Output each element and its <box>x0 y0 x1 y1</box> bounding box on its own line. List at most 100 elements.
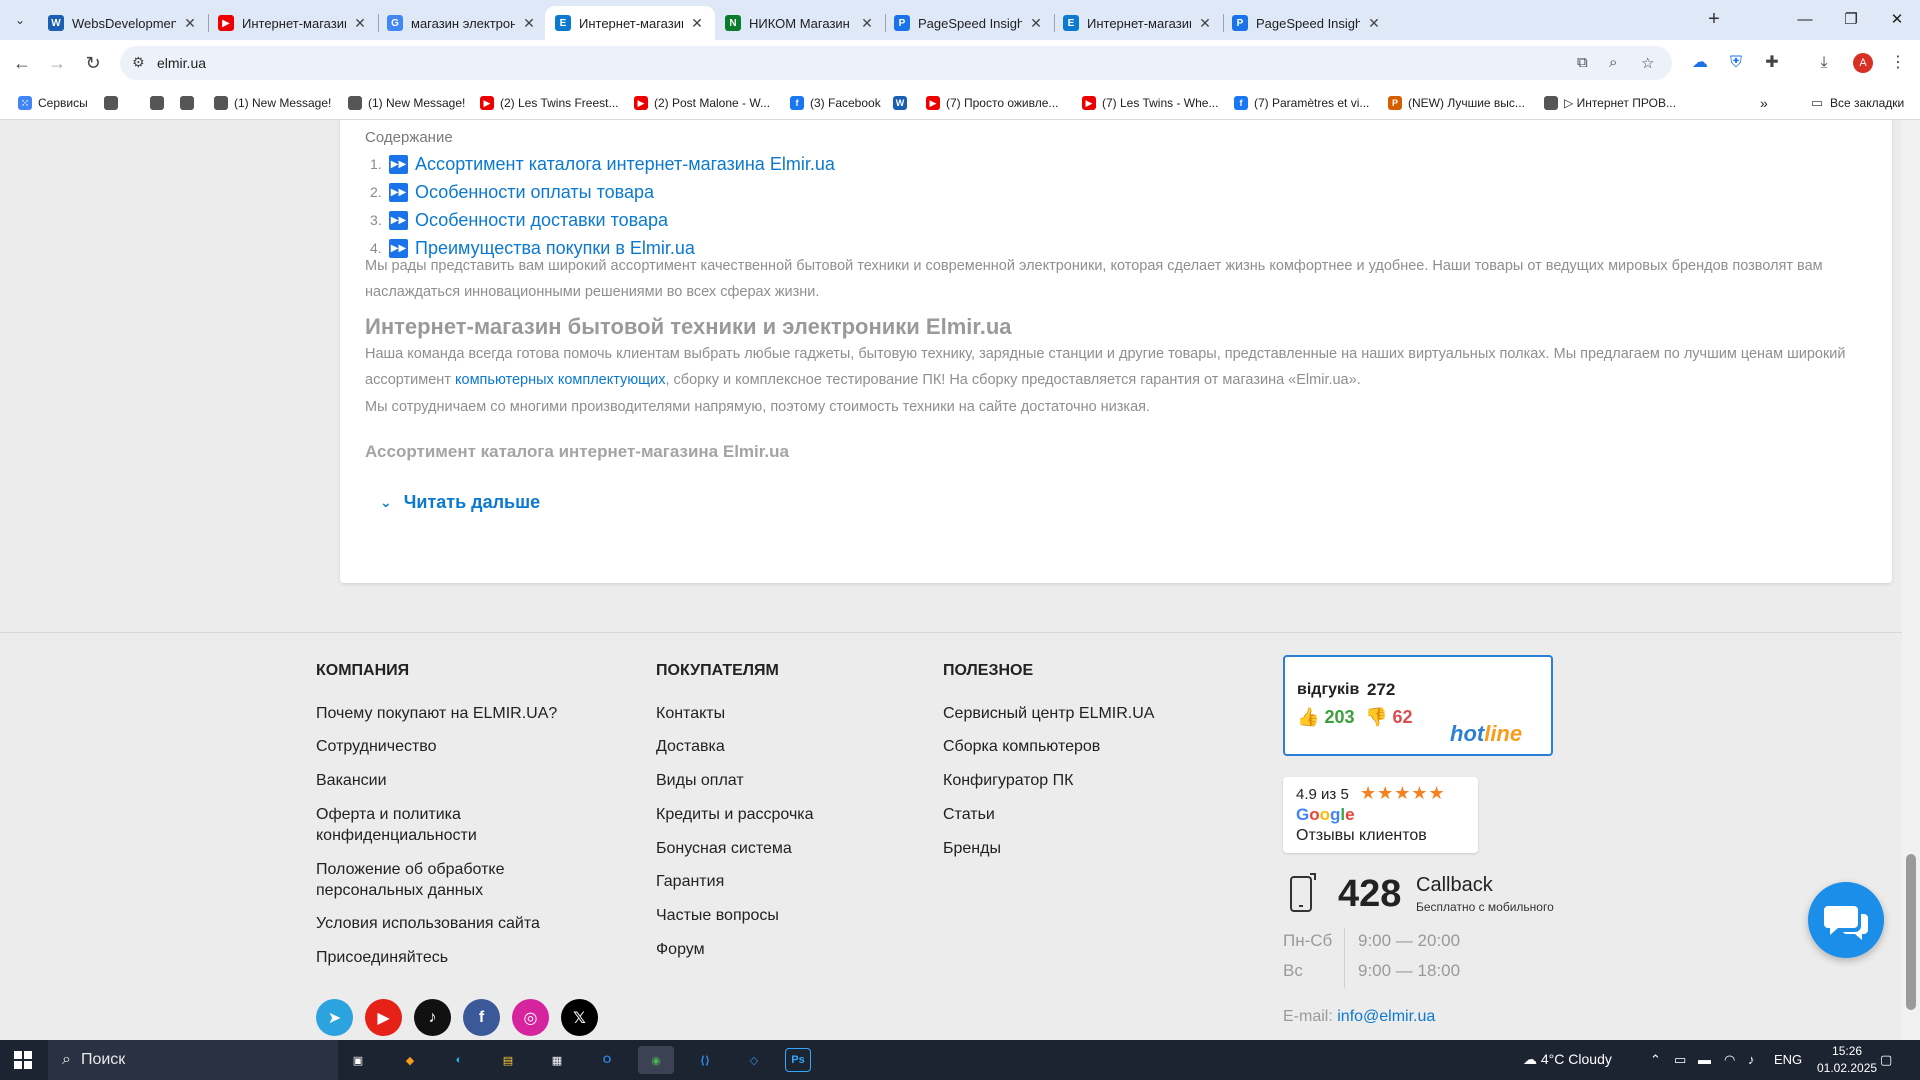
edge-icon[interactable]: ◐ <box>441 1046 477 1074</box>
app-icon[interactable]: ◇ <box>736 1046 772 1074</box>
taskbar-search[interactable]: ⌕ Поиск <box>48 1040 338 1080</box>
clock[interactable]: 15:26 01.02.2025 <box>1817 1043 1877 1077</box>
bookmark-globe[interactable]: (1) New Message! <box>214 94 331 112</box>
volume-icon[interactable]: ♪ <box>1748 1052 1755 1067</box>
footer-link[interactable]: Оферта и политика конфиденциальности <box>316 804 506 846</box>
extensions-icon[interactable]: ✚ <box>1760 51 1784 75</box>
microsoft-store-icon[interactable]: ▦ <box>539 1046 575 1074</box>
address-bar[interactable]: ⚙ elmir.ua ⧉ ⌕ ☆ <box>120 46 1672 80</box>
footer-link[interactable]: Контакты <box>656 703 725 724</box>
shield-extension-icon[interactable]: ⛨ <box>1724 51 1748 75</box>
restore-button[interactable]: ❐ <box>1828 6 1874 34</box>
tab-search-button[interactable]: ⌄ <box>8 8 32 32</box>
browser-tab[interactable]: W WebsDevelopment | біржа ✕ <box>38 6 208 40</box>
footer-link[interactable]: Бренды <box>943 838 1001 859</box>
chat-button[interactable] <box>1808 882 1884 958</box>
profile-avatar[interactable]: A <box>1853 53 1873 73</box>
zoom-icon[interactable]: ⌕ <box>1609 54 1617 71</box>
hotline-reviews-widget[interactable]: відгуків 272 👍 203 👎 62 hotline <box>1283 655 1553 756</box>
telegram-icon[interactable]: ➤ <box>316 999 353 1036</box>
downloads-icon[interactable]: ⤓ <box>1812 51 1836 75</box>
bookmark-youtube[interactable]: ▶ (2) Post Malone - W... <box>634 94 770 112</box>
notifications-icon[interactable]: ▢ <box>1880 1052 1892 1068</box>
copilot-icon[interactable]: ◆ <box>392 1046 428 1074</box>
browser-tab[interactable]: E Интернет-магазин быто ✕ <box>1053 6 1223 40</box>
bookmarks-overflow-button[interactable]: » <box>1760 94 1768 112</box>
browser-tab[interactable]: Gмагазин электроники - G ✕ <box>377 6 547 40</box>
close-window-button[interactable]: ✕ <box>1874 6 1920 34</box>
vscode-icon[interactable]: ⟨⟩ <box>687 1046 723 1074</box>
close-tab-icon[interactable]: ✕ <box>521 15 537 32</box>
site-info-icon[interactable]: ⚙ <box>132 54 145 71</box>
bookmark-youtube[interactable]: ▶ (7) Просто оживле... <box>926 94 1058 112</box>
bookmark-facebook[interactable]: f (3) Facebook <box>790 94 881 112</box>
minimize-button[interactable]: — <box>1782 6 1828 34</box>
footer-link[interactable]: Сборка компьютеров <box>943 736 1100 757</box>
google-reviews-widget[interactable]: 4.9 из 5 ★★★★★ Google Отзывы клиентов <box>1283 777 1478 853</box>
forward-button[interactable]: → <box>43 49 71 77</box>
bookmark-globe[interactable]: (1) New Message! <box>348 94 465 112</box>
back-button[interactable]: ← <box>8 49 36 77</box>
install-app-icon[interactable]: ⧉ <box>1577 54 1588 71</box>
footer-link[interactable]: Сотрудничество <box>316 736 437 757</box>
browser-tab[interactable]: ▶ Интернет-магазин на Java ✕ <box>208 6 378 40</box>
outlook-icon[interactable]: O <box>589 1046 625 1074</box>
browser-tab[interactable]: N НИКОМ Магазин Радиод ✕ <box>715 6 885 40</box>
footer-link[interactable]: Условия использования сайта <box>316 913 540 934</box>
x-icon[interactable]: 𝕏 <box>561 999 598 1036</box>
tiktok-icon[interactable]: ♪ <box>414 999 451 1036</box>
reload-button[interactable]: ↻ <box>79 49 107 77</box>
meet-icon[interactable]: ▭ <box>1674 1052 1686 1068</box>
language-indicator[interactable]: ENG <box>1774 1052 1802 1067</box>
bookmark-youtube[interactable]: ▶ (2) Les Twins Freest... <box>480 94 618 112</box>
footer-link[interactable]: Виды оплат <box>656 770 744 791</box>
footer-link[interactable]: Форум <box>656 939 705 960</box>
weather-widget[interactable]: ☁ 4°C Cloudy <box>1523 1051 1612 1068</box>
file-explorer-icon[interactable]: ▤ <box>490 1046 526 1074</box>
read-more-button[interactable]: ⌄ Читать дальше <box>380 492 540 513</box>
menu-kebab-icon[interactable]: ⋮ <box>1886 51 1910 75</box>
footer-link[interactable]: Вакансии <box>316 770 387 791</box>
close-tab-icon[interactable]: ✕ <box>182 15 198 32</box>
footer-link[interactable]: Положение об обработке персональных данн… <box>316 859 516 901</box>
footer-link[interactable]: Кредиты и рассрочка <box>656 804 814 825</box>
facebook-icon[interactable]: f <box>463 999 500 1036</box>
close-tab-icon[interactable]: ✕ <box>1028 15 1044 32</box>
bookmark-facebook[interactable]: f (7) Paramètres et vi... <box>1234 94 1369 112</box>
bookmark-grid[interactable] <box>104 94 124 112</box>
toc-item[interactable]: 1. ▶▶ Ассортимент каталога интернет-магази… <box>370 150 835 178</box>
close-tab-icon[interactable]: ✕ <box>1197 15 1213 32</box>
footer-link[interactable]: Доставка <box>656 736 725 757</box>
browser-tab[interactable]: E Интернет-магазин быто ✕ <box>545 6 715 40</box>
footer-link[interactable]: Гарантия <box>656 871 724 892</box>
close-tab-icon[interactable]: ✕ <box>859 15 875 32</box>
chrome-icon[interactable]: ◉ <box>638 1046 674 1074</box>
bookmark-qr[interactable] <box>180 94 200 112</box>
bookmark-w[interactable]: W <box>893 94 913 112</box>
chevron-up-icon[interactable]: ⌃ <box>1650 1052 1661 1068</box>
close-tab-icon[interactable]: ✕ <box>689 15 705 32</box>
instagram-icon[interactable]: ◎ <box>512 999 549 1036</box>
scrollbar-thumb[interactable] <box>1906 854 1916 1010</box>
browser-tab[interactable]: P PageSpeed Insights ✕ <box>884 6 1054 40</box>
task-view-icon[interactable]: ▣ <box>340 1046 376 1074</box>
browser-tab[interactable]: P PageSpeed Insights ✕ <box>1222 6 1392 40</box>
toc-link[interactable]: Особенности доставки товара <box>415 210 668 231</box>
bookmark-globe[interactable] <box>150 94 170 112</box>
bookmark-youtube[interactable]: ▶ (7) Les Twins - Whe... <box>1082 94 1218 112</box>
close-tab-icon[interactable]: ✕ <box>352 15 368 32</box>
close-tab-icon[interactable]: ✕ <box>1366 15 1382 32</box>
photoshop-icon[interactable]: Ps <box>785 1048 811 1072</box>
footer-link[interactable]: Почему покупают на ELMIR.UA? <box>316 703 557 724</box>
footer-link[interactable]: Сервисный центр ELMIR.UA <box>943 703 1154 724</box>
email-link[interactable]: info@elmir.ua <box>1337 1008 1435 1025</box>
toc-item[interactable]: 2. ▶▶ Особенности оплаты товара <box>370 178 835 206</box>
page-scrollbar[interactable] <box>1902 120 1920 1040</box>
all-bookmarks-button[interactable]: ▭ Все закладки <box>1810 94 1904 112</box>
bookmark-ph[interactable]: P (NEW) Лучшие выс... <box>1388 94 1525 112</box>
wifi-icon[interactable]: ◠ <box>1724 1052 1735 1068</box>
bookmark-apps-grid[interactable]: ⁙ Сервисы <box>18 94 88 112</box>
footer-link[interactable]: Статьи <box>943 804 995 825</box>
footer-link[interactable]: Бонусная система <box>656 838 792 859</box>
callback-number[interactable]: 428 <box>1338 873 1401 916</box>
